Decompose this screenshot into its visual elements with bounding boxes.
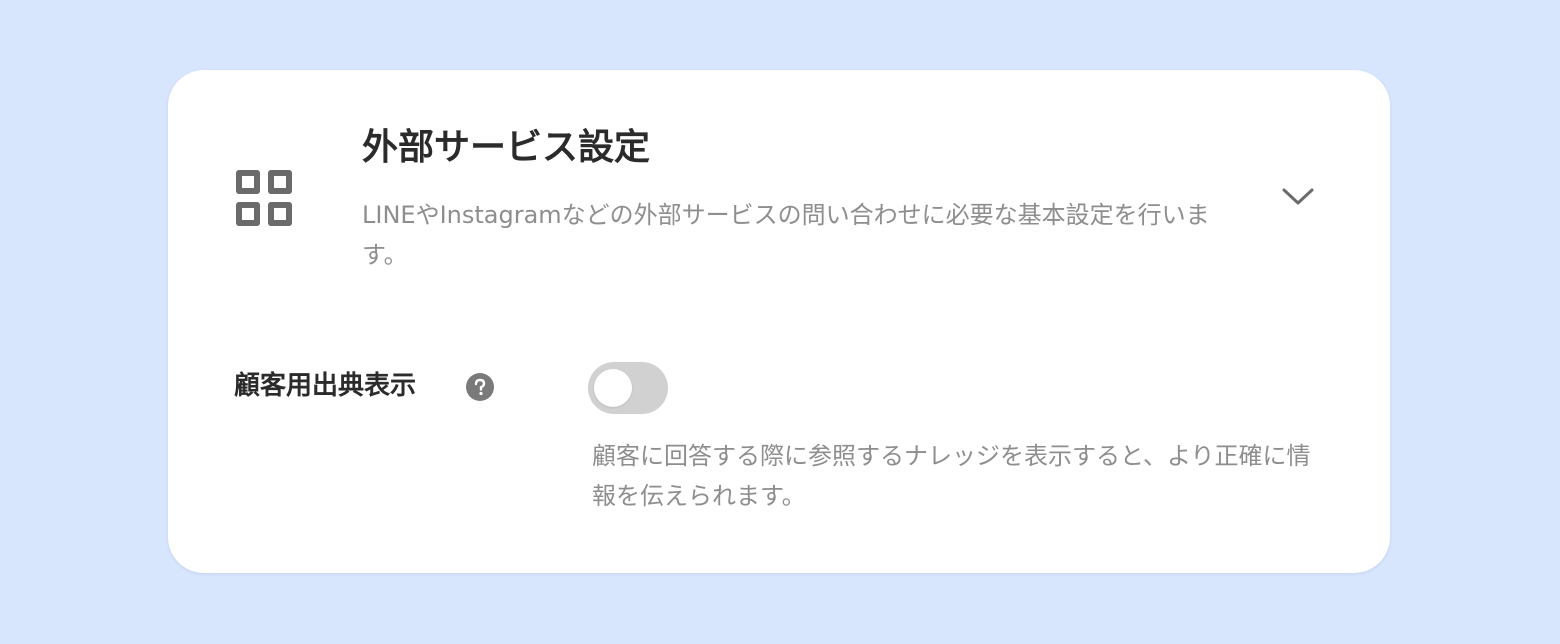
settings-card: 外部サービス設定 LINEやInstagramなどの外部サービスの問い合わせに必… [168,70,1390,573]
section-title: 外部サービス設定 [362,127,651,168]
chevron-down-icon [1282,188,1314,205]
section-description: LINEやInstagramなどの外部サービスの問い合わせに必要な基本設定を行い… [362,201,1210,269]
grid-icon [234,168,294,228]
help-icon[interactable] [466,373,494,401]
setting-description: 顧客に回答する際に参照するナレッジを表示すると、より正確に情報を伝えられます。 [592,442,1311,510]
citation-display-toggle[interactable] [588,362,668,414]
setting-label: 顧客用出典表示 [234,371,417,401]
expand-button[interactable] [1280,178,1316,214]
toggle-knob [594,369,632,407]
